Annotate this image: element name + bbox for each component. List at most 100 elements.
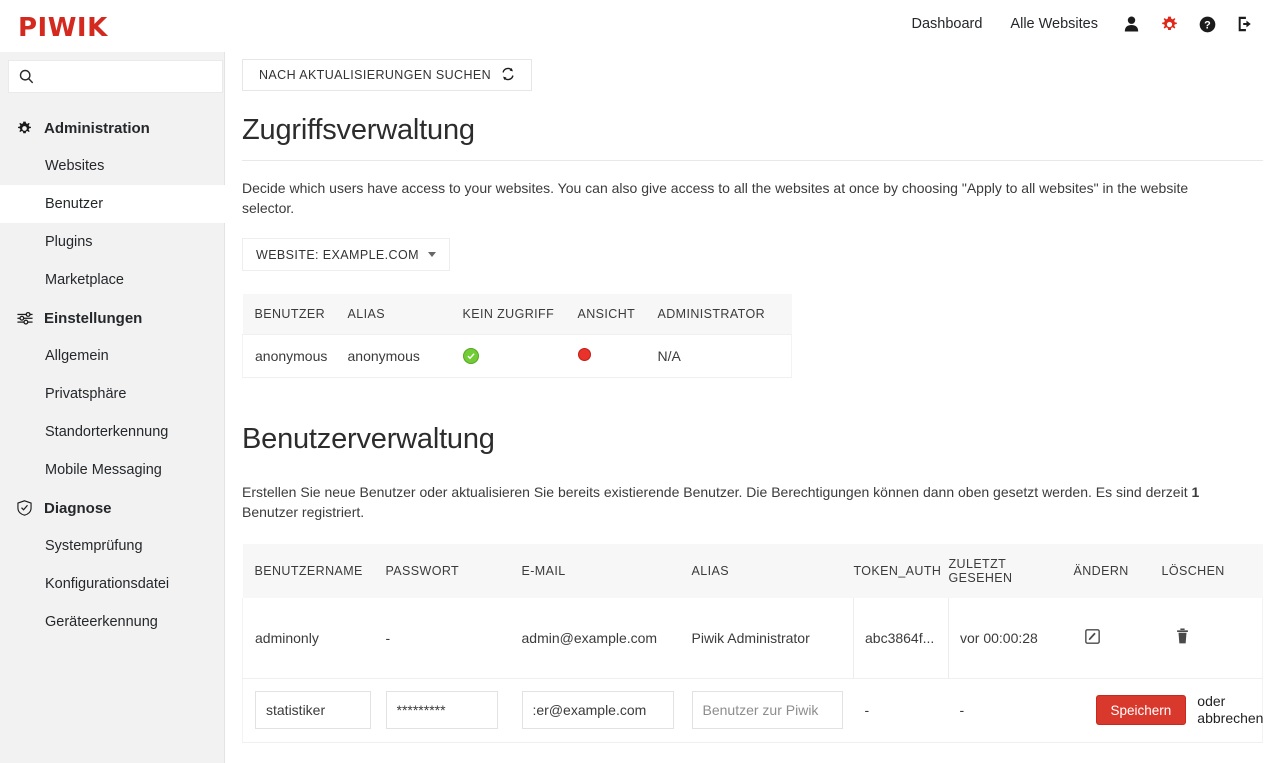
main-content: NACH AKTUALISIERUNGEN SUCHEN Zugriffsver… [225,52,1280,763]
users-table-header-row: BENUTZERNAME PASSWORT E-MAIL ALIAS TOKEN… [242,544,1263,598]
users-title: Benutzerverwaltung [242,423,495,455]
table-row: adminonly - admin@example.com Piwik Admi… [242,598,1263,679]
website-selector-label: WEBSITE: EXAMPLE.COM [256,247,419,262]
new-user-username-cell [242,678,386,743]
radio-ansicht-unselected[interactable] [577,347,591,361]
sidebar-item-label: Plugins [45,234,93,250]
sidebar-item-marketplace[interactable]: Marketplace [0,261,225,299]
access-cell-benutzer: anonymous [242,334,348,378]
sidebar-group-diagnose[interactable]: Diagnose [0,489,225,527]
users-col-benutzername: BENUTZERNAME [242,544,386,598]
email-input[interactable] [521,691,674,729]
sidebar-item-konfigurationsdatei[interactable]: Konfigurationsdatei [0,565,225,603]
trash-icon[interactable] [1176,628,1189,644]
search-input[interactable] [34,62,204,91]
users-cell-aendern [1073,598,1162,679]
sidebar-item-benutzer[interactable]: Benutzer [0,185,225,223]
refresh-icon [501,67,515,84]
sliders-icon [17,311,41,325]
chevron-down-icon [427,252,436,257]
sidebar-item-standorterkennung[interactable]: Standorterkennung [0,413,225,451]
users-count: 1 [1191,484,1200,500]
sidebar-item-label: Marketplace [45,272,124,288]
access-cell-ansicht [577,334,658,378]
sidebar-group-label: Diagnose [44,499,112,517]
sidebar-group-label: Einstellungen [44,309,143,327]
username-input[interactable] [255,691,371,729]
access-table: BENUTZER ALIAS KEIN ZUGRIFF ANSICHT ADMI… [242,294,792,378]
radio-kein-zugriff-selected[interactable] [462,347,479,364]
cancel-link[interactable]: oder abbrechen [1197,693,1263,727]
users-description: Erstellen Sie neue Benutzer oder aktuali… [242,482,1242,522]
users-cell-benutzername: adminonly [242,598,386,679]
signout-icon[interactable] [1226,12,1264,36]
users-col-aendern: ÄNDERN [1073,544,1162,598]
nav-dashboard[interactable]: Dashboard [897,13,996,35]
access-col-benutzer: BENUTZER [242,294,348,335]
gear-icon[interactable] [1150,12,1188,36]
users-col-alias: ALIAS [691,544,854,598]
sidebar-item-mobile-messaging[interactable]: Mobile Messaging [0,451,225,489]
new-user-token-auth: - [853,678,949,743]
access-cell-kein-zugriff [462,334,578,378]
users-description-part1: Erstellen Sie neue Benutzer oder aktuali… [242,484,1192,500]
top-navigation: Dashboard Alle Websites ? [897,12,1264,36]
sidebar-group-label: Administration [44,119,150,137]
access-table-header-row: BENUTZER ALIAS KEIN ZUGRIFF ANSICHT ADMI… [242,294,792,335]
page-title: Zugriffsverwaltung [242,114,475,146]
sidebar-item-label: Allgemein [45,348,109,364]
check-for-updates-button[interactable]: NACH AKTUALISIERUNGEN SUCHEN [242,59,533,91]
access-cell-administrator: N/A [657,334,792,378]
piwik-logo[interactable]: PIWIK [18,13,108,43]
sidebar-item-privatsphaere[interactable]: Privatsphäre [0,375,225,413]
gear-icon [17,121,41,136]
sidebar-item-plugins[interactable]: Plugins [0,223,225,261]
new-user-password-cell [385,678,522,743]
sidebar-item-label: Websites [45,158,105,174]
sidebar-item-websites[interactable]: Websites [0,147,225,185]
edit-icon[interactable] [1084,628,1100,644]
access-table-body: anonymous anonymous N/A [242,334,792,378]
new-user-row: - - Speichern oder abbrechen [242,678,1263,743]
sidebar-item-geraeteerkennung[interactable]: Geräteerkennung [0,603,225,641]
website-selector[interactable]: WEBSITE: EXAMPLE.COM [242,238,450,271]
users-cell-passwort: - [385,598,522,679]
sidebar-group-einstellungen[interactable]: Einstellungen [0,299,225,337]
sidebar-item-label: Systemprüfung [45,538,143,554]
top-bar: PIWIK Dashboard Alle Websites ? [0,0,1280,52]
user-icon[interactable] [1112,12,1150,36]
save-button[interactable]: Speichern [1095,695,1187,725]
new-user-alias-cell [691,678,854,743]
users-col-token-auth: TOKEN_AUTH [853,544,949,598]
sidebar-item-allgemein[interactable]: Allgemein [0,337,225,375]
users-table: BENUTZERNAME PASSWORT E-MAIL ALIAS TOKEN… [242,544,1263,743]
new-user-actions-cell: Speichern oder abbrechen [1073,678,1263,743]
access-description: Decide which users have access to your w… [242,180,1189,216]
users-description-part2: Benutzer registriert. [242,504,365,520]
users-cell-email: admin@example.com [521,598,692,679]
alias-input[interactable] [691,691,843,729]
help-icon[interactable]: ? [1188,12,1226,36]
users-cell-token-auth: abc3864f... [853,598,949,679]
users-cell-alias: Piwik Administrator [691,598,854,679]
sidebar-navigation: Administration Websites Benutzer Plugins… [0,109,225,641]
access-table-head: BENUTZER ALIAS KEIN ZUGRIFF ANSICHT ADMI… [242,294,792,335]
new-user-zuletzt-gesehen: - [948,678,1074,743]
search-box[interactable] [8,60,223,93]
nav-all-websites[interactable]: Alle Websites [996,13,1112,35]
sidebar-item-label: Geräteerkennung [45,614,158,630]
sidebar-item-label: Standorterkennung [45,424,169,440]
shield-check-icon [17,500,41,516]
users-table-body: adminonly - admin@example.com Piwik Admi… [242,598,1263,743]
sidebar-item-systempruefung[interactable]: Systemprüfung [0,527,225,565]
title-divider [242,160,1263,161]
sidebar-item-label: Mobile Messaging [45,462,162,478]
users-col-zuletzt-gesehen: ZULETZT GESEHEN [948,544,1074,598]
users-table-head: BENUTZERNAME PASSWORT E-MAIL ALIAS TOKEN… [242,544,1263,598]
sidebar-group-administration[interactable]: Administration [0,109,225,147]
sidebar: Administration Websites Benutzer Plugins… [0,52,225,763]
users-cell-loeschen [1161,598,1263,679]
password-input[interactable] [385,691,498,729]
users-col-loeschen: LÖSCHEN [1161,544,1263,598]
svg-text:?: ? [1204,19,1211,31]
